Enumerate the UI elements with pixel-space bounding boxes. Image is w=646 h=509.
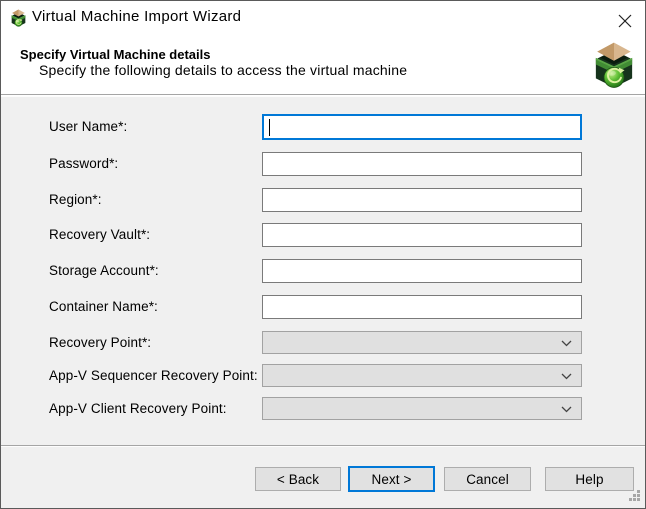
title-bar: Virtual Machine Import Wizard xyxy=(1,1,645,32)
app-icon xyxy=(10,9,27,27)
page-title: Specify Virtual Machine details xyxy=(20,47,211,62)
text-input-0[interactable] xyxy=(262,114,582,140)
combo-7[interactable] xyxy=(262,364,582,387)
window-title: Virtual Machine Import Wizard xyxy=(32,1,241,32)
text-caret xyxy=(269,119,270,136)
help-button[interactable]: Help xyxy=(545,467,634,491)
text-input-3[interactable] xyxy=(262,223,582,247)
text-input-2[interactable] xyxy=(262,188,582,212)
chevron-down-icon xyxy=(561,406,572,413)
field-label: App-V Client Recovery Point: xyxy=(49,397,227,420)
field-label: App-V Sequencer Recovery Point: xyxy=(49,364,258,387)
close-button[interactable] xyxy=(611,7,639,34)
text-input-4[interactable] xyxy=(262,259,582,283)
page-subtitle: Specify the following details to access … xyxy=(39,62,407,78)
text-input-1[interactable] xyxy=(262,152,582,176)
combo-6[interactable] xyxy=(262,331,582,354)
resize-grip[interactable] xyxy=(629,490,642,503)
field-label: User Name*: xyxy=(49,114,127,140)
next-button[interactable]: Next > xyxy=(348,466,435,492)
button-bar: < Back Next > Cancel Help xyxy=(1,446,645,508)
field-label: Password*: xyxy=(49,152,118,176)
chevron-down-icon xyxy=(561,340,572,347)
field-label: Storage Account*: xyxy=(49,259,159,283)
close-icon xyxy=(618,14,632,28)
back-button[interactable]: < Back xyxy=(255,467,341,491)
text-input-5[interactable] xyxy=(262,295,582,319)
combo-8[interactable] xyxy=(262,397,582,420)
wizard-header: Specify Virtual Machine details Specify … xyxy=(1,32,645,95)
vm-import-box-icon xyxy=(593,41,635,89)
vm-import-wizard-dialog: Virtual Machine Import Wizard Specify Vi… xyxy=(0,0,646,509)
field-label: Container Name*: xyxy=(49,295,158,319)
chevron-down-icon xyxy=(561,373,572,380)
field-label: Recovery Point*: xyxy=(49,331,151,354)
form-area: User Name*: Password*: Region*: Recovery Va… xyxy=(1,96,645,446)
field-label: Recovery Vault*: xyxy=(49,223,150,247)
field-label: Region*: xyxy=(49,188,102,212)
cancel-button[interactable]: Cancel xyxy=(444,467,531,491)
